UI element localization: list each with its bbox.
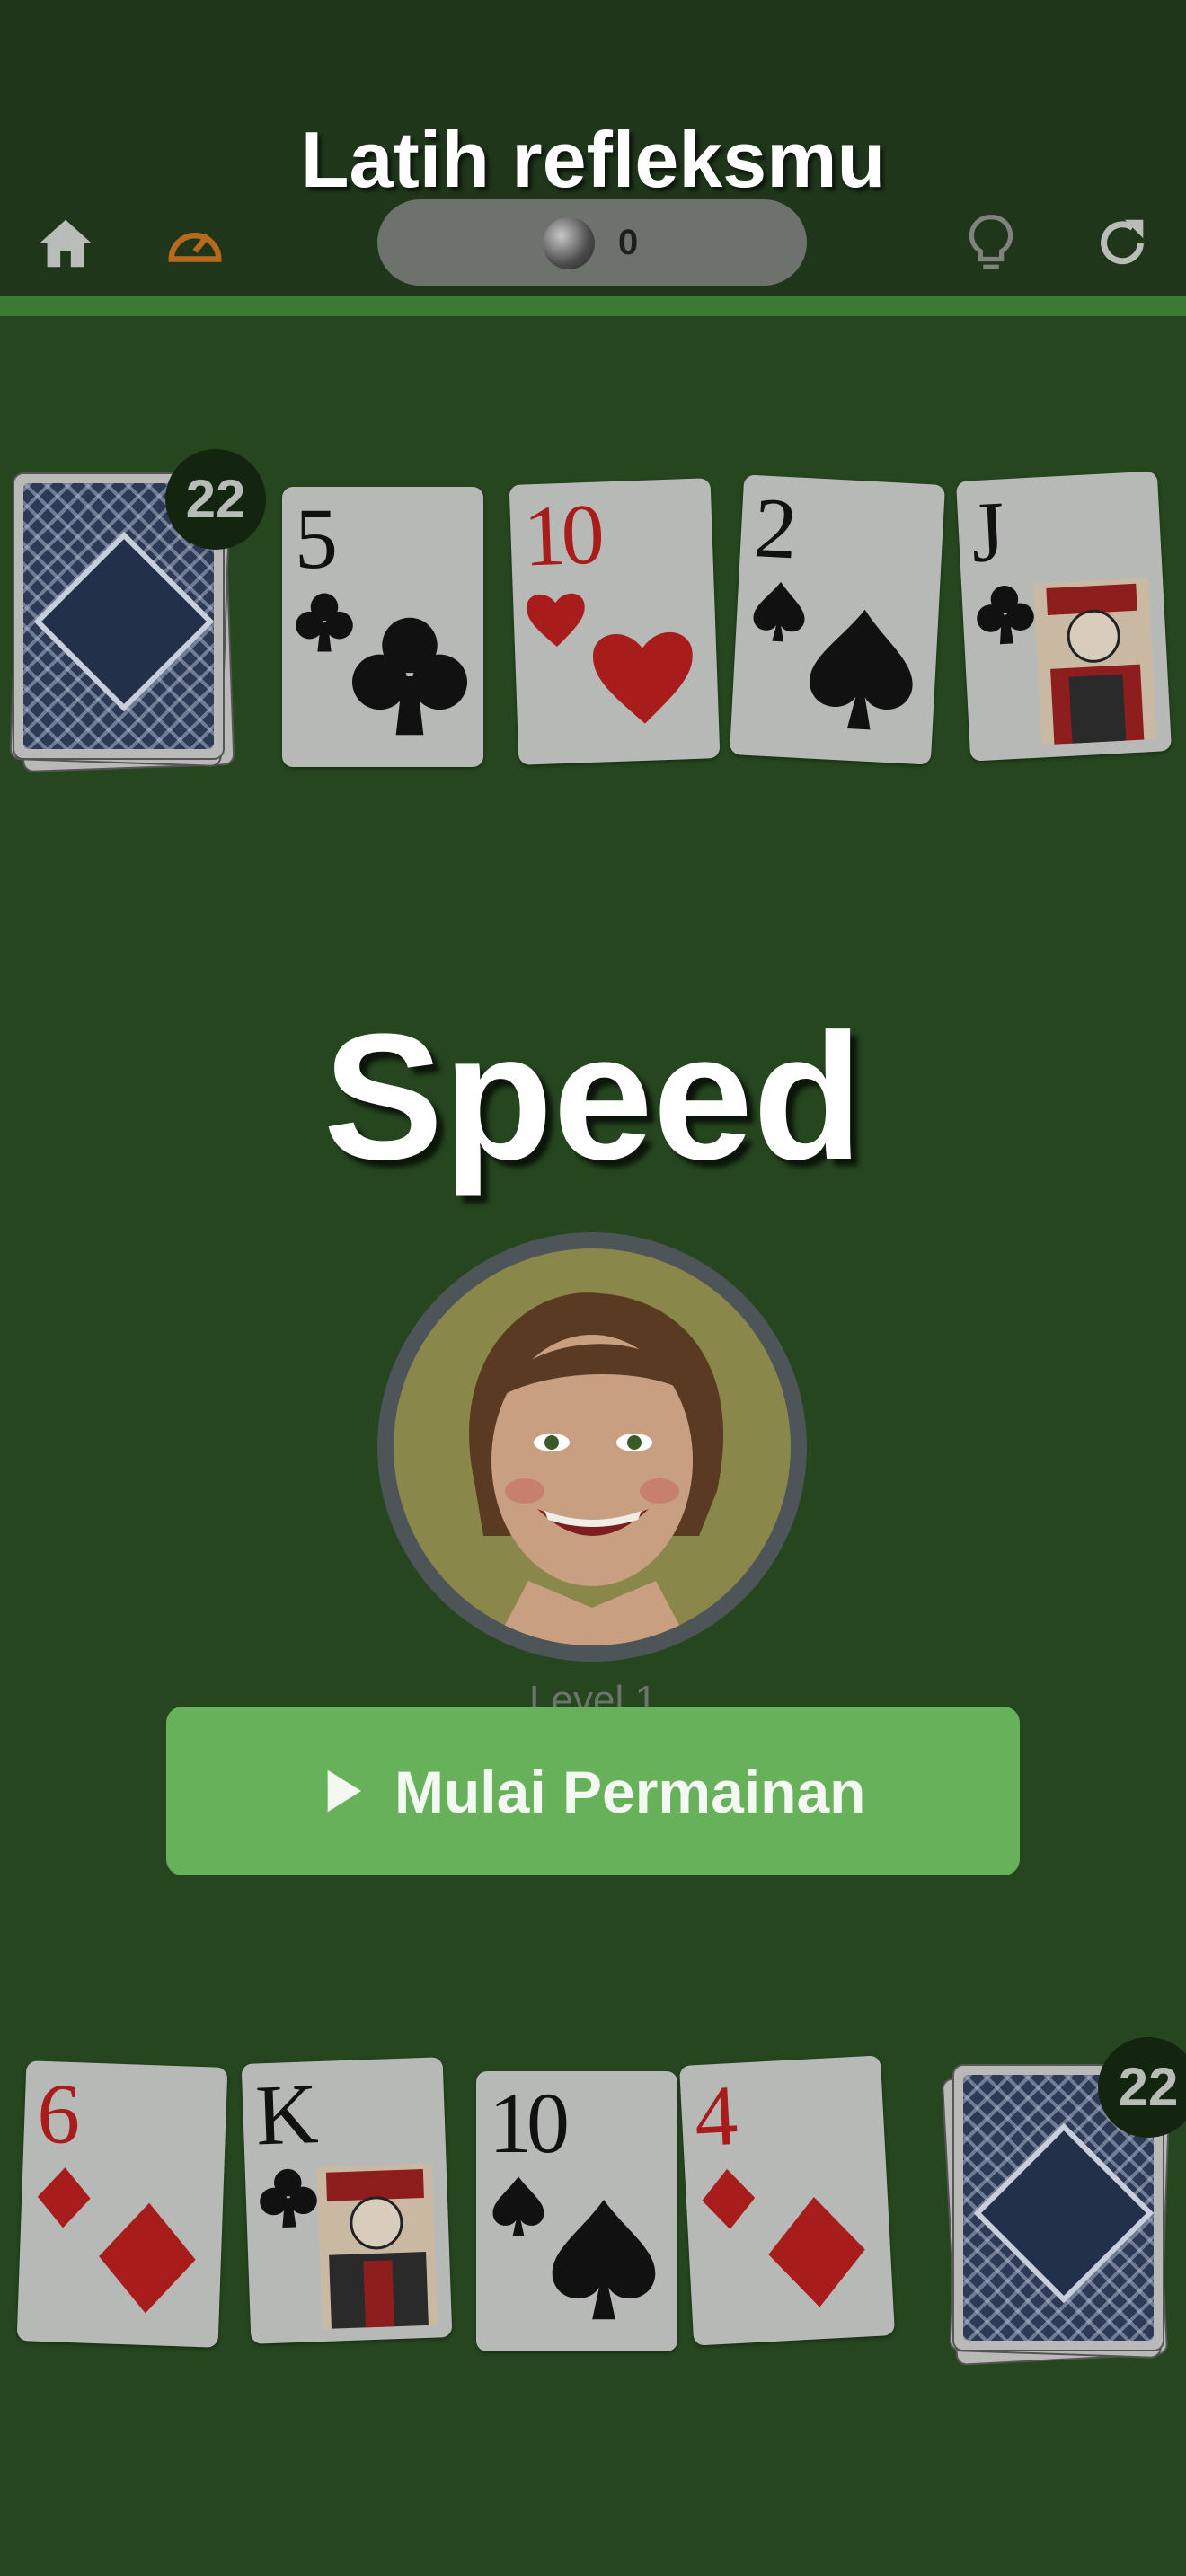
home-icon[interactable] — [34, 212, 97, 275]
opponent-avatar — [377, 1232, 807, 1662]
game-title: Speed — [323, 997, 863, 1197]
player-card-1[interactable]: 6 — [16, 2060, 228, 2348]
refresh-icon[interactable] — [1091, 212, 1154, 275]
clubs-icon — [293, 591, 356, 654]
diamonds-icon — [31, 2166, 96, 2230]
opponent-card-2[interactable]: 10 — [509, 478, 721, 765]
player-card-3[interactable]: 10 — [476, 2071, 677, 2351]
hearts-icon — [524, 587, 589, 651]
jack-face-art — [1028, 574, 1163, 749]
spades-icon — [546, 2193, 661, 2328]
player-card-2[interactable]: K — [241, 2057, 453, 2344]
diamonds-icon — [87, 2189, 207, 2327]
opponent-card-3[interactable]: 2 — [729, 474, 946, 765]
spades-icon — [747, 579, 813, 646]
diamonds-icon — [756, 2182, 878, 2322]
start-game-button[interactable]: Mulai Permainan — [166, 1707, 1020, 1875]
diamonds-icon — [695, 2166, 762, 2233]
coin-balance: 0 — [377, 199, 807, 286]
player-card-4[interactable]: 4 — [678, 2055, 896, 2346]
opponent-card-1[interactable]: 5 — [282, 487, 483, 767]
lightbulb-icon[interactable] — [960, 212, 1022, 275]
speedometer-icon[interactable] — [164, 212, 226, 275]
tagline: Latih refleksmu — [300, 115, 886, 204]
hearts-icon — [584, 621, 703, 732]
spades-icon — [487, 2175, 550, 2238]
opponent-card-4[interactable]: J — [955, 471, 1173, 762]
start-game-label: Mulai Permainan — [394, 1759, 866, 1825]
header-divider — [0, 296, 1186, 316]
clubs-icon — [352, 609, 467, 744]
coin-icon — [543, 217, 595, 269]
play-icon — [317, 1766, 367, 1816]
king-face-art — [312, 2159, 443, 2333]
spades-icon — [801, 600, 923, 740]
coin-count: 0 — [618, 223, 639, 262]
opponent-deck-count: 22 — [165, 449, 266, 550]
